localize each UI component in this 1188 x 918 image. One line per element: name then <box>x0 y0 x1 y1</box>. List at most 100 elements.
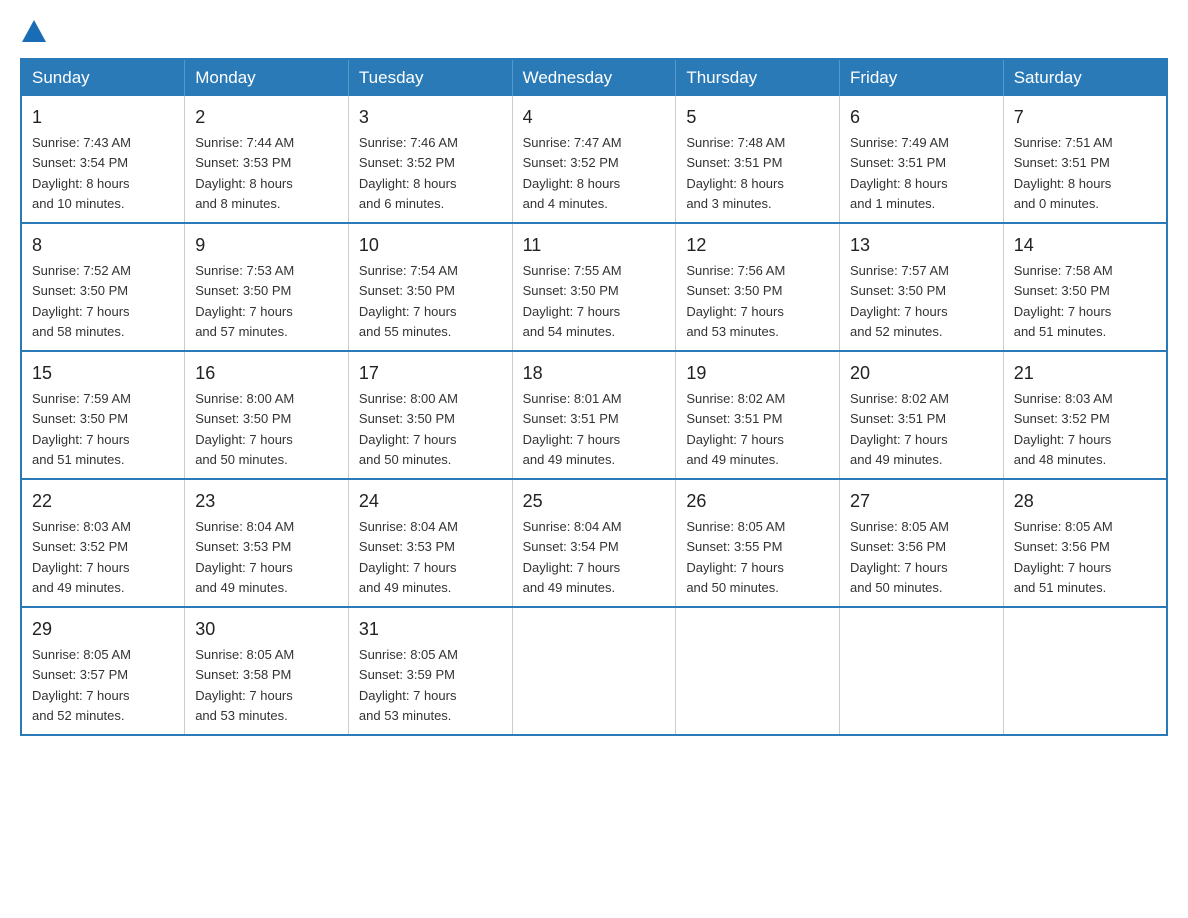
day-info: Sunrise: 8:00 AMSunset: 3:50 PMDaylight:… <box>359 391 458 467</box>
day-info: Sunrise: 8:03 AMSunset: 3:52 PMDaylight:… <box>1014 391 1113 467</box>
day-info: Sunrise: 7:56 AMSunset: 3:50 PMDaylight:… <box>686 263 785 339</box>
calendar-day-25: 25 Sunrise: 8:04 AMSunset: 3:54 PMDaylig… <box>512 479 676 607</box>
calendar-day-11: 11 Sunrise: 7:55 AMSunset: 3:50 PMDaylig… <box>512 223 676 351</box>
day-info: Sunrise: 8:02 AMSunset: 3:51 PMDaylight:… <box>850 391 949 467</box>
day-info: Sunrise: 8:05 AMSunset: 3:59 PMDaylight:… <box>359 647 458 723</box>
day-info: Sunrise: 8:05 AMSunset: 3:56 PMDaylight:… <box>1014 519 1113 595</box>
logo-triangle-icon <box>22 20 46 42</box>
weekday-header-sunday: Sunday <box>21 59 185 96</box>
day-info: Sunrise: 7:54 AMSunset: 3:50 PMDaylight:… <box>359 263 458 339</box>
day-info: Sunrise: 7:52 AMSunset: 3:50 PMDaylight:… <box>32 263 131 339</box>
weekday-header-friday: Friday <box>840 59 1004 96</box>
day-number: 10 <box>359 232 502 259</box>
day-number: 19 <box>686 360 829 387</box>
empty-cell-w5-d4 <box>512 607 676 735</box>
calendar-day-23: 23 Sunrise: 8:04 AMSunset: 3:53 PMDaylig… <box>185 479 349 607</box>
day-info: Sunrise: 8:05 AMSunset: 3:55 PMDaylight:… <box>686 519 785 595</box>
day-number: 31 <box>359 616 502 643</box>
calendar-day-2: 2 Sunrise: 7:44 AMSunset: 3:53 PMDayligh… <box>185 96 349 223</box>
day-info: Sunrise: 7:51 AMSunset: 3:51 PMDaylight:… <box>1014 135 1113 211</box>
day-info: Sunrise: 7:49 AMSunset: 3:51 PMDaylight:… <box>850 135 949 211</box>
day-info: Sunrise: 8:05 AMSunset: 3:56 PMDaylight:… <box>850 519 949 595</box>
calendar-day-7: 7 Sunrise: 7:51 AMSunset: 3:51 PMDayligh… <box>1003 96 1167 223</box>
day-info: Sunrise: 7:57 AMSunset: 3:50 PMDaylight:… <box>850 263 949 339</box>
calendar-week-4: 22 Sunrise: 8:03 AMSunset: 3:52 PMDaylig… <box>21 479 1167 607</box>
day-info: Sunrise: 8:04 AMSunset: 3:53 PMDaylight:… <box>359 519 458 595</box>
calendar-day-6: 6 Sunrise: 7:49 AMSunset: 3:51 PMDayligh… <box>840 96 1004 223</box>
calendar-day-1: 1 Sunrise: 7:43 AMSunset: 3:54 PMDayligh… <box>21 96 185 223</box>
day-number: 6 <box>850 104 993 131</box>
calendar-day-10: 10 Sunrise: 7:54 AMSunset: 3:50 PMDaylig… <box>348 223 512 351</box>
calendar-day-27: 27 Sunrise: 8:05 AMSunset: 3:56 PMDaylig… <box>840 479 1004 607</box>
day-number: 21 <box>1014 360 1156 387</box>
day-number: 20 <box>850 360 993 387</box>
day-number: 29 <box>32 616 174 643</box>
day-number: 3 <box>359 104 502 131</box>
weekday-header-thursday: Thursday <box>676 59 840 96</box>
day-number: 18 <box>523 360 666 387</box>
day-number: 4 <box>523 104 666 131</box>
empty-cell-w5-d6 <box>840 607 1004 735</box>
calendar-day-15: 15 Sunrise: 7:59 AMSunset: 3:50 PMDaylig… <box>21 351 185 479</box>
calendar-day-12: 12 Sunrise: 7:56 AMSunset: 3:50 PMDaylig… <box>676 223 840 351</box>
day-info: Sunrise: 7:53 AMSunset: 3:50 PMDaylight:… <box>195 263 294 339</box>
day-number: 15 <box>32 360 174 387</box>
day-info: Sunrise: 8:03 AMSunset: 3:52 PMDaylight:… <box>32 519 131 595</box>
calendar-day-29: 29 Sunrise: 8:05 AMSunset: 3:57 PMDaylig… <box>21 607 185 735</box>
day-number: 30 <box>195 616 338 643</box>
calendar-day-30: 30 Sunrise: 8:05 AMSunset: 3:58 PMDaylig… <box>185 607 349 735</box>
day-number: 1 <box>32 104 174 131</box>
calendar-day-24: 24 Sunrise: 8:04 AMSunset: 3:53 PMDaylig… <box>348 479 512 607</box>
calendar-day-19: 19 Sunrise: 8:02 AMSunset: 3:51 PMDaylig… <box>676 351 840 479</box>
calendar-day-28: 28 Sunrise: 8:05 AMSunset: 3:56 PMDaylig… <box>1003 479 1167 607</box>
weekday-header-monday: Monday <box>185 59 349 96</box>
calendar-day-14: 14 Sunrise: 7:58 AMSunset: 3:50 PMDaylig… <box>1003 223 1167 351</box>
day-number: 2 <box>195 104 338 131</box>
day-number: 26 <box>686 488 829 515</box>
day-info: Sunrise: 7:46 AMSunset: 3:52 PMDaylight:… <box>359 135 458 211</box>
weekday-header-row: SundayMondayTuesdayWednesdayThursdayFrid… <box>21 59 1167 96</box>
day-info: Sunrise: 8:05 AMSunset: 3:58 PMDaylight:… <box>195 647 294 723</box>
weekday-header-saturday: Saturday <box>1003 59 1167 96</box>
empty-cell-w5-d7 <box>1003 607 1167 735</box>
weekday-header-wednesday: Wednesday <box>512 59 676 96</box>
day-info: Sunrise: 8:05 AMSunset: 3:57 PMDaylight:… <box>32 647 131 723</box>
day-info: Sunrise: 8:04 AMSunset: 3:54 PMDaylight:… <box>523 519 622 595</box>
day-info: Sunrise: 7:44 AMSunset: 3:53 PMDaylight:… <box>195 135 294 211</box>
page-header <box>20 20 1168 42</box>
day-number: 5 <box>686 104 829 131</box>
calendar-day-21: 21 Sunrise: 8:03 AMSunset: 3:52 PMDaylig… <box>1003 351 1167 479</box>
calendar-table: SundayMondayTuesdayWednesdayThursdayFrid… <box>20 58 1168 736</box>
calendar-day-3: 3 Sunrise: 7:46 AMSunset: 3:52 PMDayligh… <box>348 96 512 223</box>
day-number: 8 <box>32 232 174 259</box>
day-number: 25 <box>523 488 666 515</box>
day-number: 16 <box>195 360 338 387</box>
day-number: 23 <box>195 488 338 515</box>
calendar-week-2: 8 Sunrise: 7:52 AMSunset: 3:50 PMDayligh… <box>21 223 1167 351</box>
calendar-day-26: 26 Sunrise: 8:05 AMSunset: 3:55 PMDaylig… <box>676 479 840 607</box>
day-info: Sunrise: 7:58 AMSunset: 3:50 PMDaylight:… <box>1014 263 1113 339</box>
calendar-day-4: 4 Sunrise: 7:47 AMSunset: 3:52 PMDayligh… <box>512 96 676 223</box>
day-info: Sunrise: 7:48 AMSunset: 3:51 PMDaylight:… <box>686 135 785 211</box>
day-number: 28 <box>1014 488 1156 515</box>
day-number: 27 <box>850 488 993 515</box>
calendar-day-13: 13 Sunrise: 7:57 AMSunset: 3:50 PMDaylig… <box>840 223 1004 351</box>
day-info: Sunrise: 8:02 AMSunset: 3:51 PMDaylight:… <box>686 391 785 467</box>
calendar-day-8: 8 Sunrise: 7:52 AMSunset: 3:50 PMDayligh… <box>21 223 185 351</box>
day-info: Sunrise: 7:47 AMSunset: 3:52 PMDaylight:… <box>523 135 622 211</box>
day-info: Sunrise: 7:59 AMSunset: 3:50 PMDaylight:… <box>32 391 131 467</box>
empty-cell-w5-d5 <box>676 607 840 735</box>
day-number: 13 <box>850 232 993 259</box>
day-number: 14 <box>1014 232 1156 259</box>
calendar-day-31: 31 Sunrise: 8:05 AMSunset: 3:59 PMDaylig… <box>348 607 512 735</box>
day-info: Sunrise: 8:04 AMSunset: 3:53 PMDaylight:… <box>195 519 294 595</box>
calendar-day-16: 16 Sunrise: 8:00 AMSunset: 3:50 PMDaylig… <box>185 351 349 479</box>
day-number: 12 <box>686 232 829 259</box>
day-number: 7 <box>1014 104 1156 131</box>
day-info: Sunrise: 7:43 AMSunset: 3:54 PMDaylight:… <box>32 135 131 211</box>
calendar-day-5: 5 Sunrise: 7:48 AMSunset: 3:51 PMDayligh… <box>676 96 840 223</box>
day-number: 11 <box>523 232 666 259</box>
day-number: 24 <box>359 488 502 515</box>
calendar-day-9: 9 Sunrise: 7:53 AMSunset: 3:50 PMDayligh… <box>185 223 349 351</box>
calendar-week-5: 29 Sunrise: 8:05 AMSunset: 3:57 PMDaylig… <box>21 607 1167 735</box>
